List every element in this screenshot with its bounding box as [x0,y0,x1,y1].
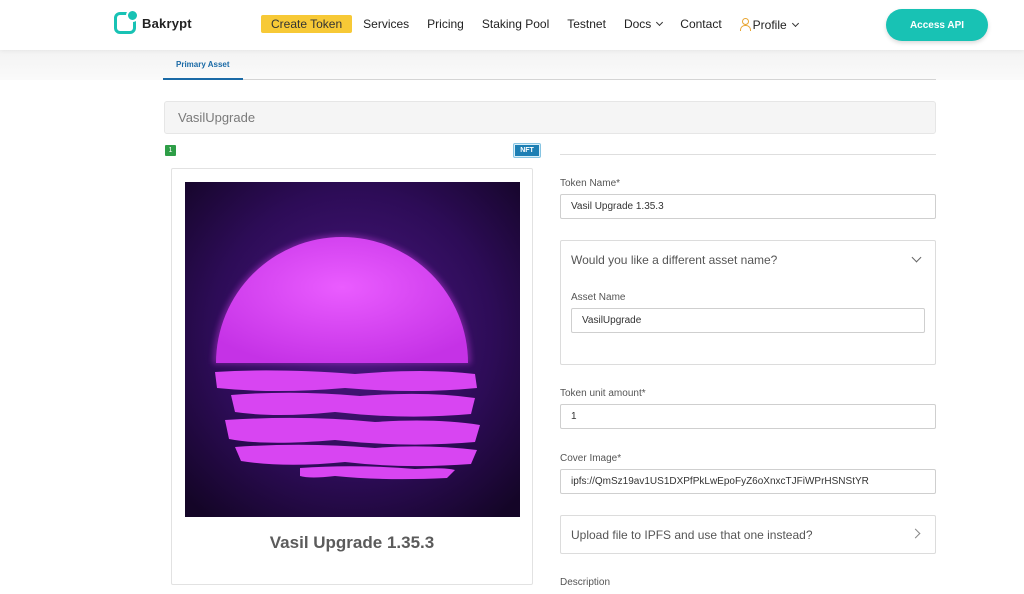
logo-text: Bakrypt [142,15,192,31]
token-unit-amount-input[interactable]: 1 [560,404,936,429]
sunset-artwork [185,182,520,517]
token-name-input[interactable]: Vasil Upgrade 1.35.3 [560,194,936,219]
user-icon [739,17,751,31]
form-divider [560,154,936,155]
different-asset-name-panel: Would you like a different asset name? A… [560,240,936,365]
top-navbar: Bakrypt Create Token Services Pricing St… [0,0,1024,50]
nav-profile-label: Profile [752,17,787,32]
nav-services[interactable]: Services [363,17,409,31]
cover-image-input[interactable]: ipfs://QmSz19av1US1DXPfPkLwEpoFyZ6oXnxcT… [560,469,936,494]
nft-badge: NFT [513,143,541,158]
logo-icon [114,9,139,34]
cover-image-label: Cover Image* [560,453,622,464]
chevron-right-icon[interactable] [910,528,921,539]
nav-docs-label: Docs [623,17,652,31]
access-api-button[interactable]: Access API [886,9,988,41]
nav-staking-pool[interactable]: Staking Pool [482,17,549,31]
asset-name-input[interactable]: VasilUpgrade [571,308,925,333]
chevron-down-icon[interactable] [911,252,922,263]
brand-logo[interactable]: Bakrypt [114,9,192,34]
token-unit-amount-label: Token unit amount* [560,388,646,399]
asset-tabs: Primary Asset [163,50,936,80]
nav-contact[interactable]: Contact [680,17,721,31]
nav-create-token[interactable]: Create Token [261,15,353,33]
asset-index-badge: 1 [165,145,176,156]
nav-docs[interactable]: Docs [623,17,664,31]
cover-image [185,182,520,517]
tab-primary-asset[interactable]: Primary Asset [163,50,243,80]
chevron-down-icon [656,18,664,27]
asset-title-field[interactable]: VasilUpgrade [164,101,936,134]
token-name-label: Token Name* [560,178,621,189]
nft-badge-label: NFT [515,145,539,156]
upload-ipfs-toggle[interactable]: Upload file to IPFS and use that one ins… [571,528,813,542]
nav-pricing[interactable]: Pricing [427,17,464,31]
main-nav: Create Token Services Pricing Staking Po… [261,14,816,34]
asset-name-label: Asset Name [571,292,626,303]
preview-token-name: Vasil Upgrade 1.35.3 [269,533,435,552]
chevron-down-icon [791,19,799,27]
nav-profile[interactable]: Profile [739,17,799,32]
nav-testnet[interactable]: Testnet [567,17,606,31]
upload-ipfs-panel: Upload file to IPFS and use that one ins… [560,515,936,554]
asset-preview-card: Vasil Upgrade 1.35.3 [171,168,533,585]
different-asset-name-toggle[interactable]: Would you like a different asset name? [571,253,777,267]
description-label: Description [560,577,611,588]
